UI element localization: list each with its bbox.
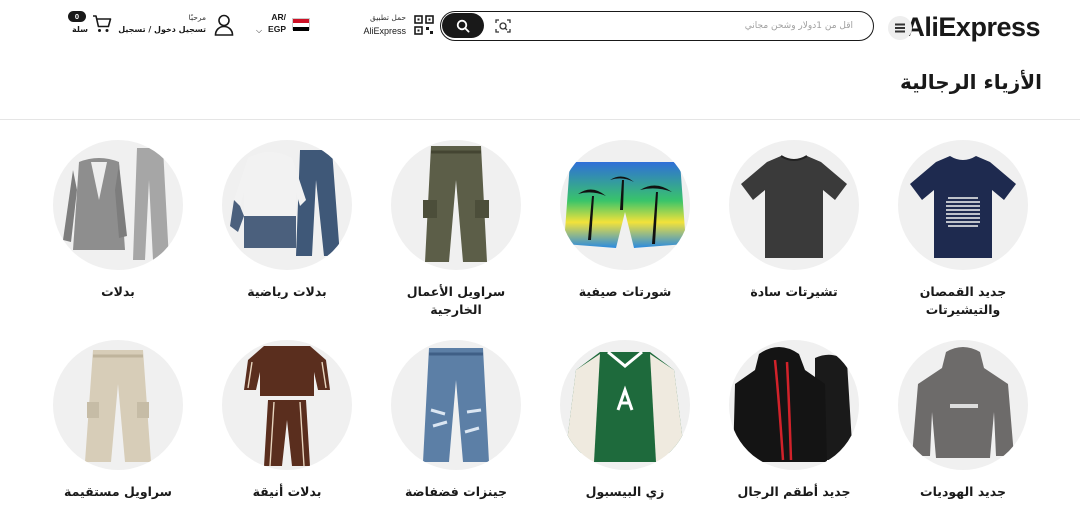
download-app-label: حمل تطبيق xyxy=(369,13,406,22)
category-label: سراويل مستقيمة xyxy=(64,484,172,499)
search-button[interactable] xyxy=(442,13,484,38)
account-menu[interactable]: مرحبًا تسجيل دخول / تسجيل xyxy=(118,12,238,40)
category-label: سراويل الأعمال الخارجية xyxy=(406,284,506,317)
category-item[interactable]: جديد القمصان والتيشيرتات xyxy=(888,140,1038,330)
chevron-down-icon: ⌵ xyxy=(256,26,263,35)
sign-in-link[interactable]: تسجيل دخول / تسجيل xyxy=(118,25,206,34)
suit-icon xyxy=(63,148,169,260)
category-image xyxy=(729,340,859,470)
category-item[interactable]: شورتات صيفية xyxy=(550,140,700,330)
currency-code: EGP xyxy=(268,24,286,34)
user-icon xyxy=(214,14,234,36)
hoodie-set-icon xyxy=(733,347,853,462)
category-image xyxy=(560,340,690,470)
download-app[interactable]: حمل تطبيق AliExpress xyxy=(360,12,434,40)
category-label: بدلات أنيقة xyxy=(252,484,322,499)
category-item[interactable]: تشيرتات سادة xyxy=(719,140,869,330)
search-input[interactable] xyxy=(553,16,853,36)
logo-text: AliExpress xyxy=(905,12,1040,42)
cart-button[interactable]: 0 سلة xyxy=(66,10,114,40)
category-item[interactable]: جديد أطقم الرجال xyxy=(719,340,869,505)
language-code: AR/ xyxy=(271,12,286,22)
title-bar: الأزياء الرجالية xyxy=(0,52,1080,120)
category-image xyxy=(222,140,352,270)
cargo-pants-icon xyxy=(423,146,489,262)
image-search-icon[interactable] xyxy=(495,18,511,34)
tshirt-icon xyxy=(741,155,847,258)
category-image xyxy=(391,340,521,470)
aliexpress-logo[interactable]: ★AliExpress xyxy=(897,12,1040,43)
category-image xyxy=(729,140,859,270)
cart-label: سلة xyxy=(72,25,88,34)
category-item[interactable]: جينزات فضفاضة xyxy=(381,340,531,505)
cart-icon xyxy=(93,15,112,32)
category-item[interactable]: زي البيسبول xyxy=(550,340,700,505)
search-icon xyxy=(456,19,470,33)
category-label: زي البيسبول xyxy=(585,484,665,499)
category-label: جينزات فضفاضة xyxy=(404,484,508,499)
category-item[interactable]: بدلات رياضية xyxy=(212,140,362,330)
category-label: تشيرتات سادة xyxy=(750,284,838,299)
category-image xyxy=(222,340,352,470)
category-grid: جديد القمصان والتيشيرتات تشيرتات سادة شو… xyxy=(0,120,1080,505)
search-bar xyxy=(440,11,874,41)
straight-pants-icon xyxy=(85,350,151,462)
category-label: شورتات صيفية xyxy=(578,284,672,299)
track-set-icon xyxy=(244,346,330,467)
category-item[interactable]: بدلات أنيقة xyxy=(212,340,362,505)
tracksuit-icon xyxy=(230,150,340,256)
hamburger-icon xyxy=(895,27,905,29)
language-currency-selector[interactable]: AR/ EGP ⌵ xyxy=(256,12,312,38)
category-label: جديد القمصان والتيشيرتات xyxy=(919,284,1007,317)
hoodie-icon xyxy=(912,347,1014,458)
category-label: بدلات رياضية xyxy=(247,284,327,299)
category-image xyxy=(898,140,1028,270)
egypt-flag-icon xyxy=(292,18,310,31)
category-label: بدلات xyxy=(101,284,135,299)
page-title: الأزياء الرجالية xyxy=(899,70,1042,94)
category-image xyxy=(53,340,183,470)
download-app-brand: AliExpress xyxy=(363,26,406,36)
category-item[interactable]: بدلات xyxy=(43,140,193,330)
tshirt-icon xyxy=(910,156,1016,258)
category-item[interactable]: سراويل الأعمال الخارجية xyxy=(381,140,531,330)
jeans-icon xyxy=(423,348,489,462)
category-item[interactable]: جديد الهوديات xyxy=(888,340,1038,505)
category-label: جديد أطقم الرجال xyxy=(737,484,851,499)
category-image xyxy=(391,140,521,270)
account-greeting: مرحبًا xyxy=(188,13,206,22)
category-label: جديد الهوديات xyxy=(920,484,1006,499)
cart-count-badge: 0 xyxy=(68,11,86,22)
category-image xyxy=(898,340,1028,470)
category-image xyxy=(560,140,690,270)
category-image xyxy=(53,140,183,270)
category-item[interactable]: سراويل مستقيمة xyxy=(43,340,193,505)
top-header: ★AliExpress حمل تطبيق AliExpress xyxy=(0,0,1080,52)
menu-button[interactable] xyxy=(888,16,912,40)
qr-code-icon xyxy=(414,15,434,35)
shorts-icon xyxy=(564,162,686,248)
baseball-jacket-icon xyxy=(566,350,684,462)
